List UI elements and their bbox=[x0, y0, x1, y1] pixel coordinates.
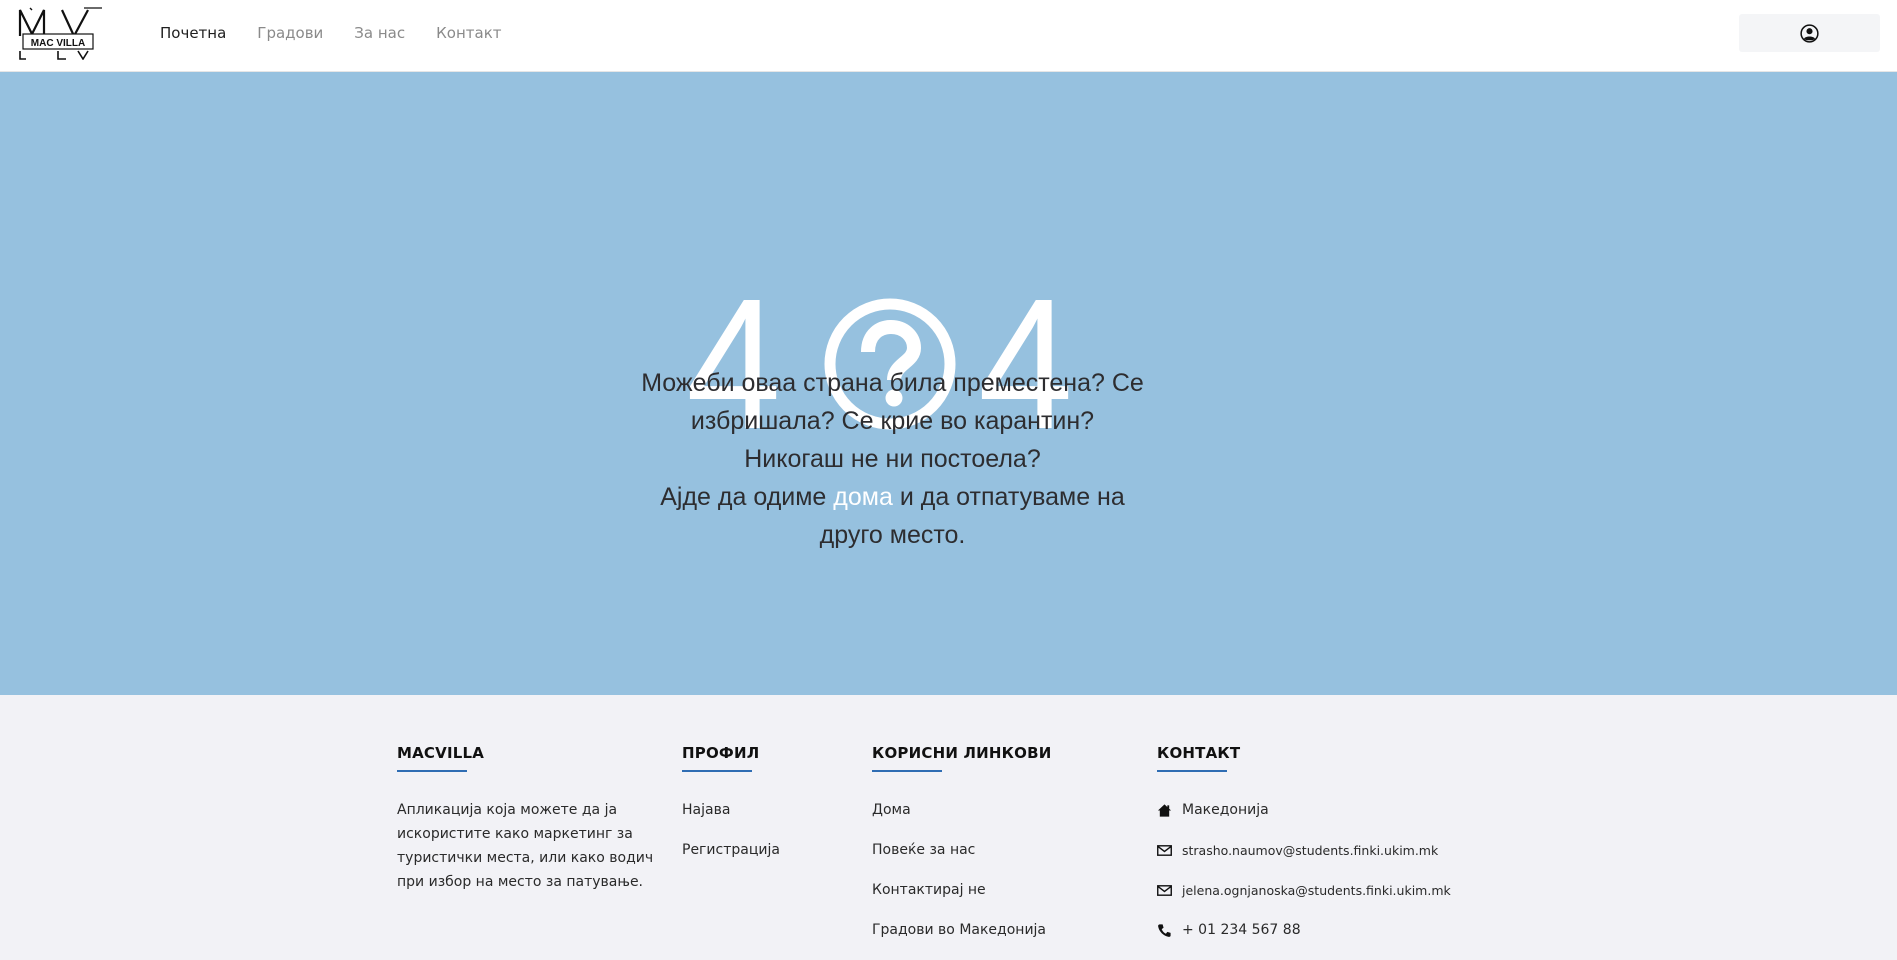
footer-profile-heading: ПРОФИЛ bbox=[682, 744, 760, 762]
main-nav: Почетна Градови За нас Контакт bbox=[160, 22, 533, 44]
contact-location: Македонија bbox=[1157, 800, 1451, 820]
nav-link-cities[interactable]: Градови bbox=[257, 22, 323, 44]
user-circle-icon bbox=[1800, 24, 1819, 43]
navbar: MAC VILLA Почетна Градови За нас Контакт bbox=[0, 0, 1897, 72]
footer-about-text: Апликација која можете да ја искористите… bbox=[397, 802, 654, 890]
footer-link-home[interactable]: Дома bbox=[872, 800, 1051, 820]
heading-underline bbox=[397, 770, 467, 772]
contact-email-2-text[interactable]: jelena.ognjanoska@students.finki.ukim.mk bbox=[1182, 883, 1451, 898]
heading-underline bbox=[682, 770, 752, 772]
user-menu-button[interactable] bbox=[1739, 14, 1880, 52]
footer-link-cities[interactable]: Градови во Македонија bbox=[872, 920, 1051, 940]
envelope-icon bbox=[1157, 844, 1172, 856]
error-hero: 4 4 Можеби оваа страна била преместена? … bbox=[0, 72, 1897, 695]
svg-text:MAC VILLA: MAC VILLA bbox=[31, 38, 85, 49]
phone-icon bbox=[1158, 923, 1171, 937]
heading-underline bbox=[872, 770, 942, 772]
nav-link-home[interactable]: Почетна bbox=[160, 22, 226, 44]
heading-underline bbox=[1157, 770, 1227, 772]
cta-text-before: Ајде да одиме bbox=[660, 483, 834, 511]
site-footer: MACVILLA Апликација која можете да ја ис… bbox=[0, 695, 1897, 938]
contact-email-1-text[interactable]: strasho.naumov@students.finki.ukim.mk bbox=[1182, 843, 1438, 858]
contact-phone: + 01 234 567 88 bbox=[1157, 920, 1451, 940]
footer-link-contact[interactable]: Контактирај не bbox=[872, 880, 1051, 900]
footer-contact-heading: КОНТАКТ bbox=[1157, 744, 1241, 762]
envelope-icon bbox=[1157, 884, 1172, 896]
macvilla-logo[interactable]: MAC VILLA bbox=[18, 6, 104, 61]
footer-contact: КОНТАКТ Македонија strasho.naumov@studen… bbox=[1157, 743, 1451, 960]
footer-link-about[interactable]: Повеќе за нас bbox=[872, 840, 1051, 860]
footer-useful-heading: КОРИСНИ ЛИНКОВИ bbox=[872, 744, 1052, 762]
footer-link-register[interactable]: Регистрација bbox=[682, 840, 780, 860]
footer-about: MACVILLA Апликација која можете да ја ис… bbox=[397, 743, 659, 894]
contact-email-2: jelena.ognjanoska@students.finki.ukim.mk bbox=[1157, 880, 1451, 900]
nav-link-contact[interactable]: Контакт bbox=[436, 22, 501, 44]
nav-link-about[interactable]: За нас bbox=[354, 22, 405, 44]
home-icon bbox=[1157, 803, 1172, 817]
contact-email-1: strasho.naumov@students.finki.ukim.mk bbox=[1157, 840, 1451, 860]
footer-useful-links: КОРИСНИ ЛИНКОВИ Дома Повеќе за нас Конта… bbox=[872, 743, 1051, 960]
error-cta: Ајде да одиме дома и да отпатуваме на др… bbox=[640, 478, 1145, 554]
error-message: Можеби оваа страна била преместена? Се и… bbox=[641, 369, 1144, 473]
contact-phone-text[interactable]: + 01 234 567 88 bbox=[1182, 922, 1301, 938]
home-link[interactable]: дома bbox=[833, 483, 893, 511]
footer-about-heading: MACVILLA bbox=[397, 744, 485, 762]
footer-link-login[interactable]: Најава bbox=[682, 800, 780, 820]
error-message-block: Можеби оваа страна била преместена? Се и… bbox=[640, 364, 1145, 554]
footer-profile: ПРОФИЛ Најава Регистрација bbox=[682, 743, 780, 880]
contact-location-text: Македонија bbox=[1182, 802, 1269, 818]
